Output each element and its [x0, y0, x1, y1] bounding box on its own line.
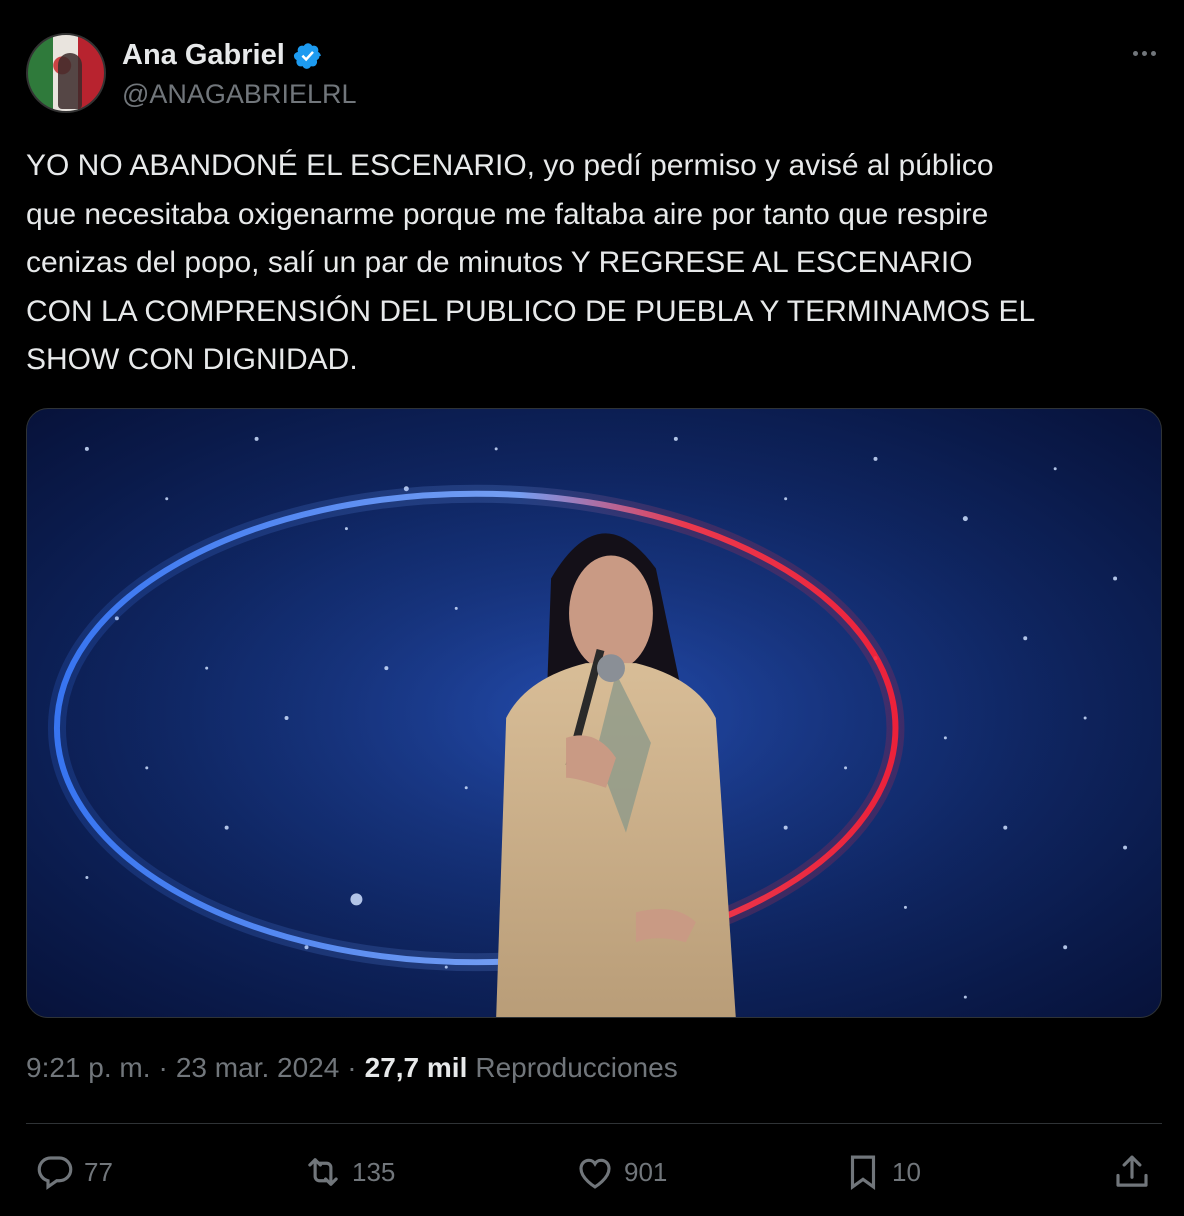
- bookmark-button[interactable]: 10: [842, 1146, 921, 1198]
- bookmark-icon: [850, 1155, 876, 1190]
- author-name-row: Ana Gabriel: [122, 39, 323, 72]
- more-options-icon[interactable]: [1126, 43, 1162, 63]
- concert-photo-illustration: [27, 409, 1161, 1017]
- tweet-time[interactable]: 9:21 p. m.: [26, 1052, 151, 1084]
- repost-icon: [308, 1158, 338, 1186]
- meta-separator: ·: [347, 1052, 357, 1083]
- verified-badge-icon[interactable]: [293, 41, 323, 71]
- meta-separator: ·: [158, 1052, 168, 1083]
- views-count: 27,7 mil: [364, 1052, 468, 1083]
- reply-count: 77: [84, 1156, 113, 1187]
- bookmark-count: 10: [892, 1156, 921, 1187]
- share-icon: [1116, 1155, 1148, 1187]
- like-icon: [579, 1158, 611, 1189]
- divider: [26, 1123, 1162, 1124]
- action-bar: 77 135 901 10: [26, 1146, 1162, 1198]
- like-count: 901: [624, 1156, 668, 1187]
- tweet-header: Ana Gabriel @ANAGABRIELRL: [26, 33, 1162, 115]
- tweet-metadata: 9:21 p. m. · 23 mar. 2024 · 27,7 mil Rep…: [26, 1052, 678, 1084]
- repost-count: 135: [352, 1156, 396, 1187]
- share-button[interactable]: [1111, 1146, 1153, 1198]
- reply-button[interactable]: 77: [34, 1146, 113, 1198]
- tweet-date[interactable]: 23 mar. 2024: [176, 1052, 339, 1084]
- like-button[interactable]: 901: [574, 1146, 667, 1198]
- reply-icon: [37, 1156, 73, 1190]
- author-handle[interactable]: @ANAGABRIELRL: [122, 79, 356, 110]
- tweet-text: YO NO ABANDONÉ EL ESCENARIO, yo pedí per…: [26, 149, 1036, 376]
- avatar[interactable]: [26, 33, 106, 113]
- author-name[interactable]: Ana Gabriel: [122, 39, 285, 72]
- views-label: Reproducciones: [475, 1052, 678, 1083]
- repost-button[interactable]: 135: [302, 1146, 395, 1198]
- tweet-photo[interactable]: [26, 408, 1162, 1018]
